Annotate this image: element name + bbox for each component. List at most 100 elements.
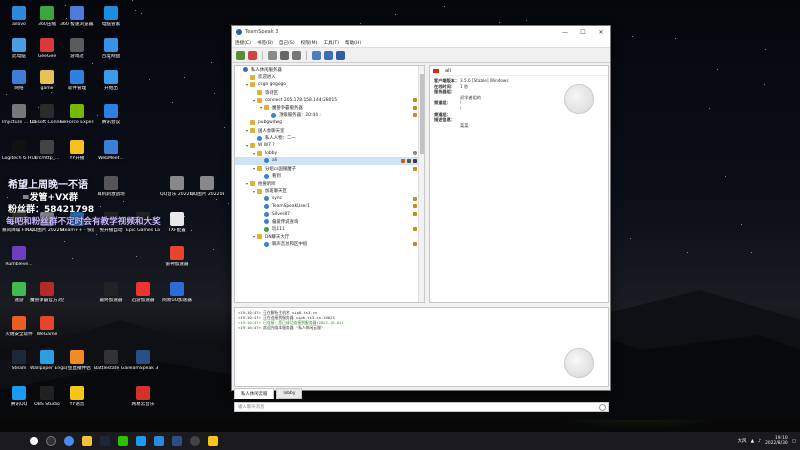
desktop-shortcut[interactable]: TeamSpeak 3	[126, 350, 160, 371]
steam-taskbar-icon[interactable]	[100, 436, 110, 446]
yy-taskbar-icon[interactable]	[208, 436, 218, 446]
qq-taskbar-icon[interactable]	[136, 436, 146, 446]
obs-taskbar-icon[interactable]	[190, 436, 200, 446]
client-tree-item[interactable]: 玩111	[235, 225, 424, 233]
channel-tree[interactable]: 私人休闲服务器 欢迎进入 ▾ csgo gogogo 等待区 ▾ connect 205.1…	[234, 65, 425, 303]
channel-tree-item[interactable]: ▾ 他要听听	[235, 180, 424, 188]
teamspeak-window[interactable]: TeamSpeak 3 — ☐ ✕ 连接(C) 书签(B) 自己(S) 权限(M…	[231, 25, 611, 412]
desktop-shortcut[interactable]: srcrhttp_...	[30, 140, 64, 161]
desktop-shortcut[interactable]: 耳机刺激战场	[94, 176, 128, 197]
client-tree-item[interactable]: 私人人物：二一	[235, 134, 424, 142]
desktop-shortcut[interactable]: 雷神加速器	[160, 246, 194, 267]
teamspeak-taskbar-icon[interactable]	[172, 436, 182, 446]
menu-connections[interactable]: 连接(C)	[235, 40, 251, 46]
channel-tree-item[interactable]: ▾ 魔兽争霸服务器	[235, 104, 424, 112]
desktop-shortcut[interactable]: 开始出	[94, 70, 128, 91]
desktop-shortcut[interactable]: YY开播	[60, 140, 94, 161]
channel-tree-item[interactable]: ▾ connect 205.178.158.144:28015	[235, 96, 424, 104]
client-tree-item[interactable]: sync	[235, 195, 424, 203]
desktop-shortcut[interactable]: 网易UU加速器	[160, 282, 194, 303]
minimize-button[interactable]: —	[556, 29, 574, 36]
menu-help[interactable]: 帮助(H)	[345, 40, 361, 46]
bookmarks-icon[interactable]	[336, 50, 345, 60]
emoji-icon[interactable]	[599, 404, 606, 411]
desktop-shortcut[interactable]: WebMeet...	[94, 140, 128, 161]
menu-tools[interactable]: 工具(T)	[323, 40, 339, 46]
title-bar[interactable]: TeamSpeak 3 — ☐ ✕	[232, 26, 610, 38]
desktop-shortcut[interactable]: WeGame	[30, 316, 64, 337]
channel-tree-item[interactable]: ▾ W W7 ?	[235, 142, 424, 150]
explorer-taskbar-icon[interactable]	[82, 436, 92, 446]
network-icon[interactable]: ▲	[751, 439, 755, 444]
desktop-shortcut[interactable]: Battlestate Games L...	[94, 350, 128, 371]
desktop-shortcut[interactable]: GeeGee	[30, 38, 64, 59]
channel-tree-item[interactable]: 欢迎进入	[235, 74, 424, 82]
away-icon[interactable]	[268, 50, 277, 60]
clock[interactable]: 19:10 2022/8/30	[765, 436, 788, 446]
client-tree-item[interactable]: Silver87	[235, 210, 424, 218]
desktop-shortcut[interactable]: TXF配置	[160, 212, 194, 233]
menu-self[interactable]: 自己(S)	[279, 40, 295, 46]
desktop-shortcut[interactable]: 360压缩	[30, 6, 64, 27]
channel-tree-item[interactable]: ▾ DN聊天大厅	[235, 233, 424, 241]
desktop-shortcut[interactable]: 游戏过	[60, 38, 94, 59]
desktop-shortcut[interactable]: QQ音乐 20220808...	[160, 176, 194, 197]
desktop-shortcut[interactable]: OBS Studio	[30, 386, 64, 407]
chrome-taskbar-icon[interactable]	[64, 436, 74, 446]
channel-tree-item[interactable]: ▾ 国人会聊天室	[235, 127, 424, 135]
menu-bookmarks[interactable]: 书签(B)	[257, 40, 273, 46]
client-tree-item[interactable]: 聊声音总和区中组	[235, 241, 424, 249]
volume-icon[interactable]: ♪	[758, 439, 761, 444]
channel-tree-item[interactable]: 等待区	[235, 89, 424, 97]
client-tree-item[interactable]: TeamSpeakUser1	[235, 203, 424, 211]
desktop-shortcut[interactable]: 魔兽争霸官方对战平台	[30, 282, 64, 303]
desktop-shortcut[interactable]: 360 极速浏览器X	[60, 6, 94, 27]
desktop-shortcut[interactable]: YY语音	[60, 386, 94, 407]
desktop-shortcut[interactable]: Rumbleve...	[2, 246, 36, 267]
channel-tree-item[interactable]: 私人休闲服务器	[235, 66, 424, 74]
scrollbar-thumb[interactable]	[420, 74, 424, 154]
desktop-shortcut[interactable]: 网易云音乐	[126, 386, 160, 407]
mute-speaker-icon[interactable]	[292, 50, 301, 60]
shortcut-label: 腾讯会议	[101, 120, 121, 125]
app-icon	[40, 38, 54, 52]
menu-permissions[interactable]: 权限(M)	[301, 40, 318, 46]
search-icon[interactable]	[46, 436, 56, 446]
connect-icon[interactable]	[236, 50, 245, 60]
contacts-icon[interactable]	[324, 50, 333, 60]
wechat-taskbar-icon[interactable]	[118, 436, 128, 446]
desktop-shortcut[interactable]: Ubisoft Connect	[30, 104, 64, 125]
start-button[interactable]	[30, 437, 38, 445]
chat-icon[interactable]	[312, 50, 321, 60]
channel-tree-scrollbar[interactable]	[418, 66, 424, 302]
channel-tree-item[interactable]: ▾ lobby	[235, 150, 424, 158]
channel-tree-item[interactable]: ▾ csgo gogogo	[235, 81, 424, 89]
desktop-shortcut[interactable]: 电脑管家	[94, 6, 128, 27]
desktop-shortcut[interactable]: 软件管理	[60, 70, 94, 91]
tab-channel-chat[interactable]: lobby	[276, 388, 303, 399]
tab-server-chat[interactable]: 私人休闲云服	[234, 388, 275, 399]
channel-tree-item[interactable]: ▾ 加班聊天区	[235, 188, 424, 196]
client-tree-item[interactable]: 看到	[235, 172, 424, 180]
mute-mic-icon[interactable]	[280, 50, 289, 60]
maximize-button[interactable]: ☐	[574, 29, 592, 36]
channel-tree-item[interactable]: pubgwdwg	[235, 119, 424, 127]
disconnect-icon[interactable]	[248, 50, 257, 60]
desktop-shortcut[interactable]: 斗鱼直播伴侣	[60, 350, 94, 371]
kugou-taskbar-icon[interactable]	[154, 436, 164, 446]
client-tree-item[interactable]: 偏爱传说查询	[235, 218, 424, 226]
desktop-shortcut[interactable]: 百度网盘	[94, 38, 128, 59]
desktop-shortcut[interactable]: GeForce Experience	[60, 104, 94, 125]
client-tree-item[interactable]: 顶级服务器：20:44 :	[235, 112, 424, 120]
close-button[interactable]: ✕	[592, 29, 610, 36]
desktop-shortcut[interactable]: QQ图片 2022080...	[190, 176, 224, 197]
client-tree-item[interactable]: ali	[235, 157, 424, 165]
chat-input[interactable]: 输入聊天消息	[234, 402, 609, 412]
notification-icon[interactable]: ▢	[792, 439, 796, 444]
desktop-shortcut[interactable]: 最终加速器	[94, 282, 128, 303]
desktop-shortcut[interactable]: Wallpaper Engine: ...	[30, 350, 64, 371]
desktop-shortcut[interactable]: game	[30, 70, 64, 91]
desktop-shortcut[interactable]: 迅游加速器	[126, 282, 160, 303]
channel-tree-item[interactable]: ▾ 分组cs国服魔子	[235, 165, 424, 173]
desktop-shortcut[interactable]: 腾讯会议	[94, 104, 128, 125]
